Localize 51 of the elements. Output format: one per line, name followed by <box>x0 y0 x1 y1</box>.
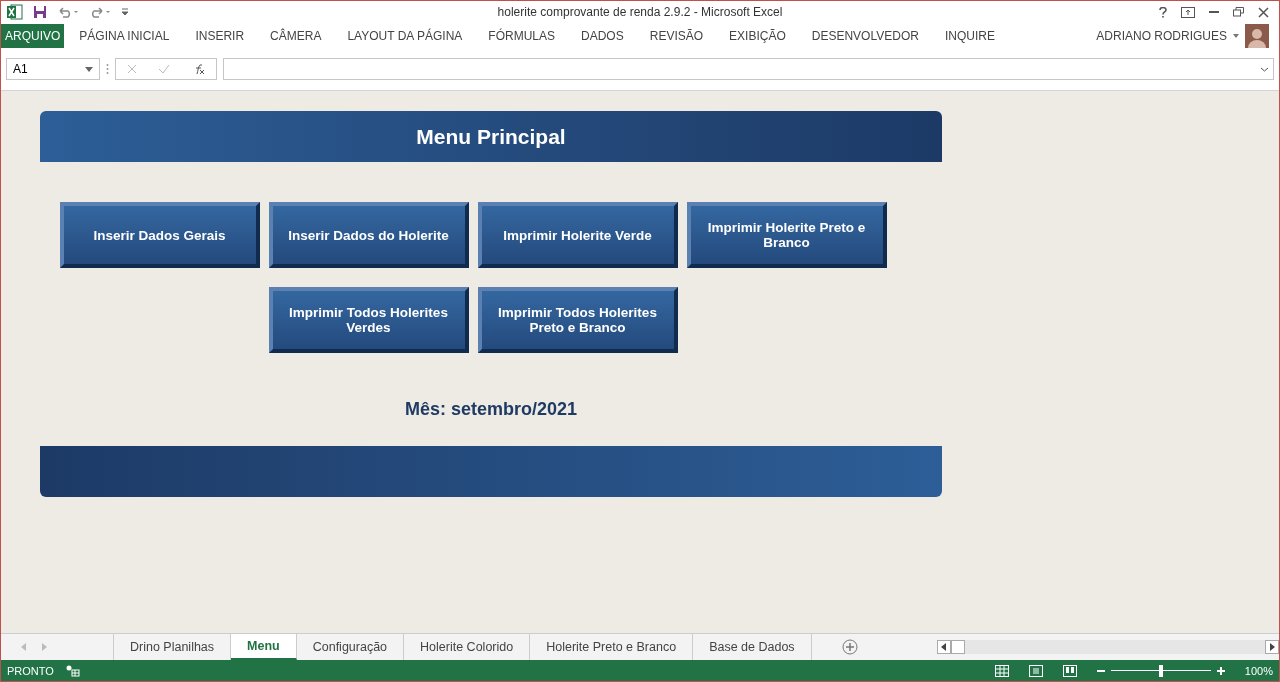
scrollbar-thumb[interactable] <box>951 640 965 654</box>
customize-toolbar-icon[interactable] <box>121 7 129 17</box>
add-sheet-icon[interactable] <box>841 639 858 655</box>
window-title: holerite comprovante de renda 2.9.2 - Microsoft Excel <box>497 5 783 19</box>
menu-button[interactable]: Inserir Dados Gerais <box>59 202 260 268</box>
ribbon-tab[interactable]: DESENVOLVEDOR <box>811 24 919 47</box>
page-layout-icon[interactable] <box>1028 664 1043 677</box>
zoom-level[interactable]: 100% <box>1244 664 1273 677</box>
menu-button[interactable]: Imprimir Holerite Verde <box>477 202 678 268</box>
month-label: Mês: setembro/2021 <box>404 399 578 419</box>
menu-title: Menu Principal <box>416 124 566 149</box>
ribbon-tab[interactable]: PÁGINA INICIAL <box>79 24 170 47</box>
zoom-slider[interactable] <box>1158 664 1163 677</box>
redo-icon[interactable] <box>89 6 111 18</box>
more-icon <box>106 63 109 75</box>
normal-view-icon[interactable] <box>994 664 1009 677</box>
user-name[interactable]: ADRIANO RODRIGUES <box>1096 28 1227 43</box>
excel-logo-icon[interactable] <box>7 4 23 20</box>
menu-button[interactable]: Imprimir Todos Holerites Preto e Branco <box>477 287 678 353</box>
status-text: PRONTO <box>7 664 54 677</box>
ribbon-tab[interactable]: INQUIRE <box>944 24 995 47</box>
help-icon[interactable] <box>1159 6 1167 18</box>
expand-icon[interactable] <box>1260 66 1269 72</box>
ribbon-tab[interactable]: CÂMERA <box>270 24 322 47</box>
ribbon-tab[interactable]: ARQUIVO <box>1 23 65 48</box>
menu-button[interactable]: Inserir Dados do Holerite <box>268 202 469 268</box>
ribbon-tab[interactable]: INSERIR <box>195 24 245 47</box>
scroll-right-icon[interactable] <box>1265 640 1279 654</box>
ribbon-tab[interactable]: LAYOUT DA PÁGINA <box>347 24 463 47</box>
ribbon-tab[interactable]: EXIBIÇÃO <box>729 24 786 47</box>
minimize-icon[interactable] <box>1209 10 1219 14</box>
restore-icon[interactable] <box>1233 7 1244 17</box>
close-icon[interactable] <box>1258 6 1269 18</box>
undo-icon[interactable] <box>57 6 79 18</box>
check-icon[interactable] <box>158 64 170 74</box>
ribbon-tab[interactable]: REVISÃO <box>649 24 704 47</box>
avatar[interactable] <box>1245 23 1269 48</box>
menu-button[interactable]: Imprimir Todos Holerites Verdes <box>268 287 469 353</box>
ribbon-tab[interactable]: DADOS <box>581 24 624 47</box>
ribbon-tab[interactable]: FÓRMULAS <box>488 24 556 47</box>
ribbon-display-icon[interactable] <box>1181 6 1195 18</box>
scroll-left-icon[interactable] <box>937 640 951 654</box>
zoom-in-icon[interactable] <box>1216 666 1225 675</box>
formula-input[interactable] <box>223 58 1274 80</box>
page-break-icon[interactable] <box>1062 664 1077 677</box>
macro-record-icon[interactable] <box>65 664 80 677</box>
name-box[interactable]: A1 <box>6 58 100 80</box>
zoom-out-icon[interactable] <box>1096 669 1105 672</box>
menu-button[interactable]: Imprimir Holerite Preto e Branco <box>686 202 887 268</box>
sheet-tab[interactable]: Menu <box>231 634 297 660</box>
caret-icon[interactable] <box>1233 33 1239 38</box>
